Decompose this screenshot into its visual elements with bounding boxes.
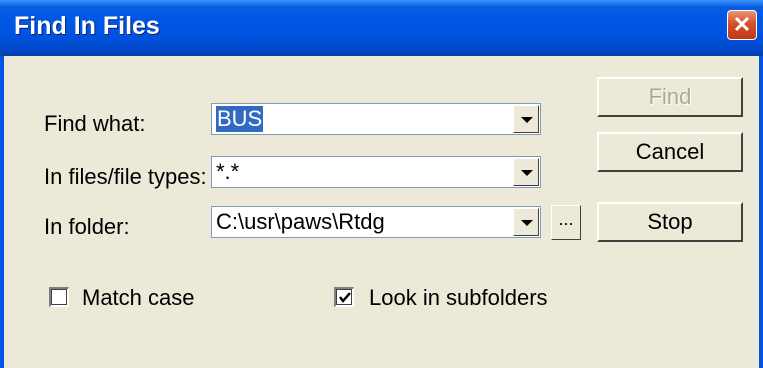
look-in-subfolders-checkbox[interactable] (334, 287, 354, 307)
stop-button[interactable]: Stop (597, 202, 743, 242)
find-what-label: Find what: (44, 111, 146, 136)
folder-value[interactable]: C:\usr\paws\Rtdg (216, 209, 385, 235)
chevron-down-icon[interactable] (513, 105, 539, 133)
file-types-label: In files/file types: (44, 164, 207, 189)
find-what-value[interactable]: BUS (216, 106, 264, 132)
dialog-title: Find In Files (14, 12, 160, 40)
file-types-value[interactable]: *.* (216, 159, 239, 185)
close-button[interactable]: ✕ (727, 10, 757, 40)
match-case-label[interactable]: Match case (82, 285, 195, 311)
folder-label: In folder: (44, 214, 130, 239)
close-icon: ✕ (732, 12, 752, 37)
find-button[interactable]: Find (597, 77, 743, 117)
find-what-combo[interactable]: BUS (211, 103, 541, 135)
chevron-down-icon[interactable] (513, 158, 539, 186)
title-bar[interactable]: Find In Files ✕ (0, 0, 763, 56)
browse-folder-button[interactable]: ... (551, 205, 581, 240)
file-types-combo[interactable]: *.* (211, 156, 541, 188)
match-case-checkbox[interactable] (49, 287, 69, 307)
find-in-files-dialog: Find In Files ✕ Find what: BUS In files/… (0, 0, 763, 368)
chevron-down-icon[interactable] (513, 208, 539, 236)
cancel-button[interactable]: Cancel (597, 132, 743, 172)
look-in-subfolders-label[interactable]: Look in subfolders (369, 285, 548, 311)
checkmark-icon (339, 292, 351, 303)
folder-combo[interactable]: C:\usr\paws\Rtdg (211, 206, 541, 238)
